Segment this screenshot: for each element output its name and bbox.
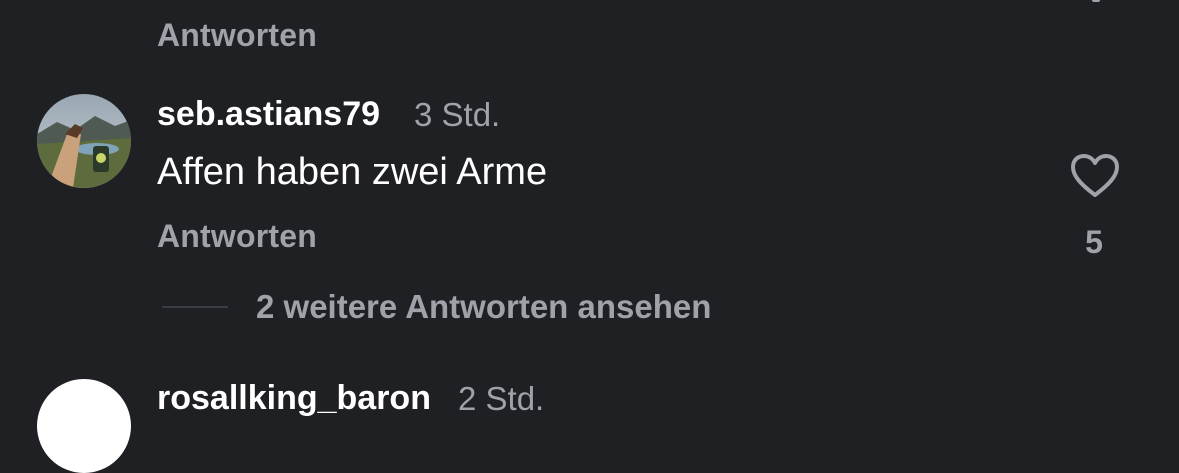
comment-text: Affen haben zwei Arme — [157, 151, 548, 193]
previous-comment-like-count-fragment — [1092, 0, 1100, 2]
avatar[interactable] — [37, 94, 131, 188]
next-comment-timestamp: 2 Std. — [458, 380, 545, 417]
heart-outline-icon[interactable] — [1070, 153, 1120, 199]
next-comment-username[interactable]: rosallking_baron — [157, 381, 431, 415]
previous-reply-button[interactable]: Antworten — [157, 19, 317, 51]
view-more-replies-button[interactable]: 2 weitere Antworten ansehen — [256, 290, 711, 323]
next-comment-avatar[interactable] — [37, 379, 131, 473]
like-count: 5 — [1085, 224, 1103, 260]
reply-button[interactable]: Antworten — [157, 220, 317, 252]
avatar-photo — [37, 94, 131, 188]
comment-timestamp: 3 Std. — [414, 96, 501, 133]
comment-username[interactable]: seb.astians79 — [157, 97, 380, 131]
replies-divider-line — [162, 306, 228, 308]
